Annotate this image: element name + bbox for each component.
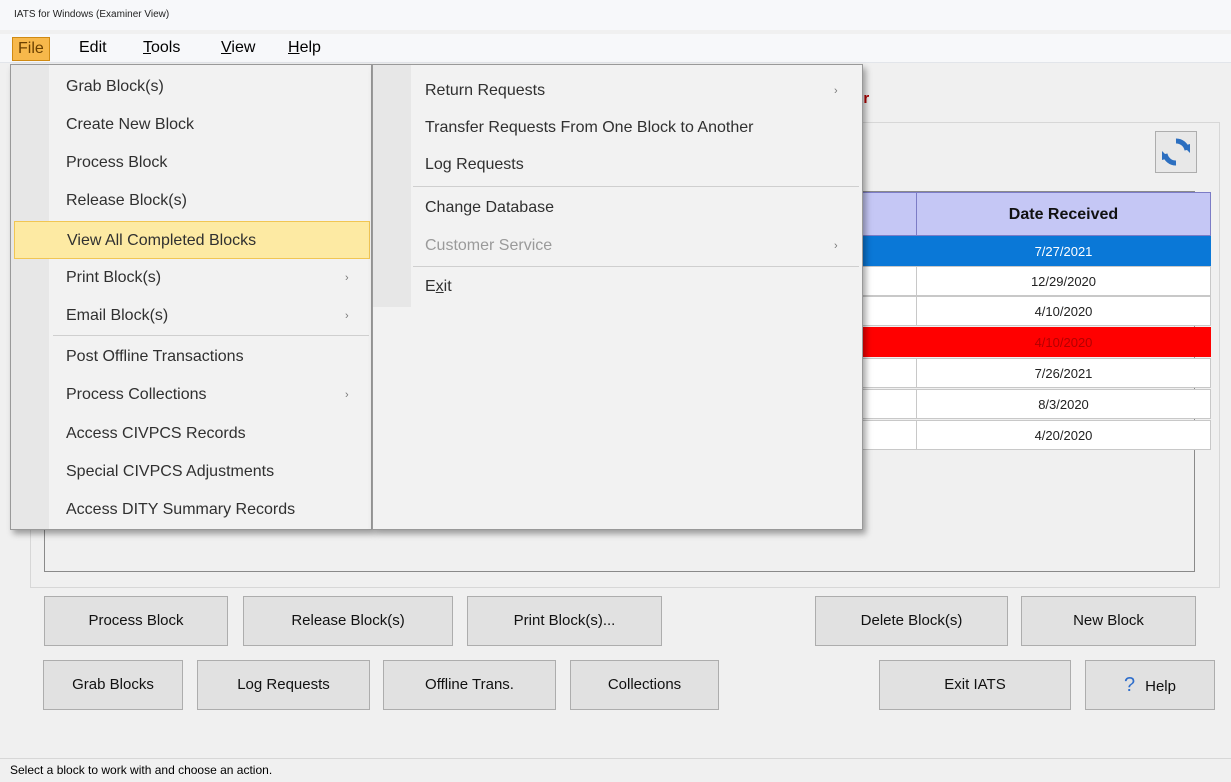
menu-bar: File Edit Tools View Help	[0, 34, 1231, 63]
menu-item-email-blocks[interactable]: Email Block(s)	[66, 297, 168, 335]
grab-blocks-button[interactable]: Grab Blocks	[43, 660, 183, 710]
table-cell-date[interactable]: 4/10/2020	[916, 296, 1211, 326]
new-block-button[interactable]: New Block	[1021, 596, 1196, 646]
menu-item-print-blocks[interactable]: Print Block(s)	[66, 259, 161, 297]
menu-item-exit-mnemonic: x	[435, 278, 444, 295]
menu-view-mnemonic: V	[221, 39, 232, 56]
menu-item-transfer-requests[interactable]: Transfer Requests From One Block to Anot…	[425, 109, 753, 147]
menu-item-create-new-block[interactable]: Create New Block	[66, 106, 194, 144]
menu-tools-label: ools	[151, 39, 181, 56]
menu-help-mnemonic: H	[288, 39, 300, 56]
submenu-arrow-icon: ›	[345, 310, 349, 322]
menu-item-process-block[interactable]: Process Block	[66, 144, 167, 182]
menu-separator	[413, 186, 859, 187]
submenu-arrow-icon: ›	[345, 272, 349, 284]
menu-separator	[413, 266, 859, 267]
file-menu: Grab Block(s) Create New Block Process B…	[10, 64, 372, 530]
refresh-icon	[1162, 138, 1190, 166]
submenu-gutter	[373, 65, 411, 307]
menu-help[interactable]: Help	[283, 37, 326, 59]
table-cell-date[interactable]: 4/10/2020	[916, 327, 1211, 357]
title-bar: IATS for Windows (Examiner View)	[0, 0, 1231, 30]
table-cell-date[interactable]: 4/20/2020	[916, 420, 1211, 450]
table-cell-date[interactable]: 8/3/2020	[916, 389, 1211, 419]
print-blocks-button[interactable]: Print Block(s)...	[467, 596, 662, 646]
status-bar: Select a block to work with and choose a…	[0, 758, 1231, 782]
release-blocks-button[interactable]: Release Block(s)	[243, 596, 453, 646]
submenu-arrow-icon: ›	[834, 240, 838, 252]
menu-item-grab-blocks[interactable]: Grab Block(s)	[66, 68, 164, 106]
menu-item-access-civpcs-records[interactable]: Access CIVPCS Records	[66, 415, 246, 453]
table-cell-date[interactable]: 7/27/2021	[916, 236, 1211, 266]
menu-separator	[53, 335, 369, 336]
status-text: Select a block to work with and choose a…	[10, 763, 273, 777]
menu-edit[interactable]: Edit	[74, 37, 112, 59]
menu-item-log-requests[interactable]: Log Requests	[425, 146, 524, 184]
offline-trans-button[interactable]: Offline Trans.	[383, 660, 556, 710]
file-menu-gutter	[11, 65, 49, 529]
menu-item-return-requests[interactable]: Return Requests	[425, 72, 545, 110]
menu-item-special-civpcs-adjustments[interactable]: Special CIVPCS Adjustments	[66, 453, 274, 491]
submenu-arrow-icon: ›	[345, 389, 349, 401]
menu-item-access-dity-summary-records[interactable]: Access DITY Summary Records	[66, 491, 295, 529]
process-block-button[interactable]: Process Block	[44, 596, 228, 646]
menu-tools-mnemonic: T	[143, 39, 151, 56]
menu-file[interactable]: File	[12, 37, 50, 61]
refresh-button[interactable]	[1155, 131, 1197, 173]
help-icon: ?	[1124, 674, 1136, 696]
file-submenu: Return Requests › Transfer Requests From…	[372, 64, 863, 530]
menu-item-exit[interactable]: Exit	[425, 268, 452, 306]
menu-item-exit-b: it	[443, 278, 452, 295]
menu-item-customer-service: Customer Service	[425, 237, 553, 254]
menu-tools[interactable]: Tools	[138, 37, 185, 59]
menu-item-change-database[interactable]: Change Database	[425, 189, 554, 227]
menu-item-process-collections[interactable]: Process Collections	[66, 376, 207, 414]
submenu-arrow-icon: ›	[834, 85, 838, 97]
menu-view-label: iew	[231, 39, 256, 56]
table-cell-date[interactable]: 7/26/2021	[916, 358, 1211, 388]
column-header-date-received[interactable]: Date Received	[916, 192, 1211, 236]
log-requests-button[interactable]: Log Requests	[197, 660, 370, 710]
menu-item-post-offline-transactions[interactable]: Post Offline Transactions	[66, 338, 244, 376]
exit-iats-button[interactable]: Exit IATS	[879, 660, 1071, 710]
delete-blocks-button[interactable]: Delete Block(s)	[815, 596, 1008, 646]
menu-help-label: elp	[299, 39, 321, 56]
menu-item-release-blocks[interactable]: Release Block(s)	[66, 182, 187, 220]
help-button[interactable]: ? Help	[1085, 660, 1215, 710]
menu-view[interactable]: View	[216, 37, 260, 59]
collections-button[interactable]: Collections	[570, 660, 719, 710]
window-title: IATS for Windows (Examiner View)	[14, 9, 170, 20]
menu-item-view-all-completed-blocks[interactable]: View All Completed Blocks	[14, 221, 370, 259]
table-cell-date[interactable]: 12/29/2020	[916, 266, 1211, 296]
help-button-label: Help	[1145, 678, 1176, 695]
menu-item-exit-a: E	[425, 278, 436, 295]
